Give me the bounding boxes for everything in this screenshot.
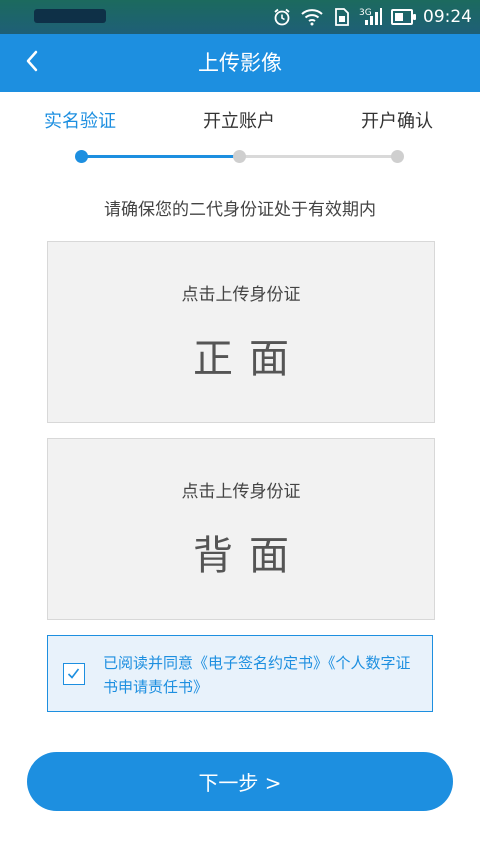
clock: 09:24	[423, 7, 472, 27]
app-header: 上传影像	[0, 34, 480, 92]
signal-icon: 3G	[359, 6, 383, 28]
agreement-text: 已阅读并同意《电子签名约定书》《个人数字证书申请责任书》	[103, 651, 424, 699]
id-side-label-front: 正面	[193, 336, 305, 382]
check-icon	[64, 664, 84, 683]
step-label-confirm: 开户确认	[361, 111, 433, 132]
id-validity-notice: 请确保您的二代身份证处于有效期内	[104, 200, 376, 220]
upload-tip: 点击上传身份证	[181, 285, 301, 305]
step-dot-1	[75, 150, 88, 163]
page-title: 上传影像	[198, 51, 282, 75]
wifi-icon	[301, 6, 323, 28]
step-label-verify: 实名验证	[44, 111, 116, 132]
upload-id-back[interactable]: 点击上传身份证 背面	[47, 438, 435, 620]
network-type: 3G	[359, 8, 372, 18]
carrier-label-redacted	[34, 9, 106, 23]
next-step-button[interactable]: 下一步 >	[27, 752, 453, 811]
step-track-pending	[240, 155, 398, 158]
status-bar: 3G 09:24	[0, 0, 480, 34]
sim-icon	[331, 6, 353, 28]
battery-icon	[391, 6, 416, 28]
agreement-prefix: 已阅读并同意	[103, 654, 194, 672]
agree-checkbox[interactable]	[63, 663, 85, 685]
step-dot-2	[233, 150, 246, 163]
alarm-icon	[271, 6, 293, 28]
upload-id-front[interactable]: 点击上传身份证 正面	[47, 241, 435, 423]
e-signature-agreement-link[interactable]: 《电子签名约定书》	[193, 654, 328, 672]
progress-steps: 实名验证 开立账户 开户确认	[0, 92, 480, 182]
upload-tip: 点击上传身份证	[181, 482, 301, 502]
step-track-active	[82, 155, 240, 158]
step-label-open-account: 开立账户	[203, 111, 275, 132]
status-icons: 3G 09:24	[271, 0, 472, 34]
step-dot-3	[391, 150, 404, 163]
id-side-label-back: 背面	[193, 533, 305, 579]
agreement-box: 已阅读并同意《电子签名约定书》《个人数字证书申请责任书》	[47, 635, 433, 712]
